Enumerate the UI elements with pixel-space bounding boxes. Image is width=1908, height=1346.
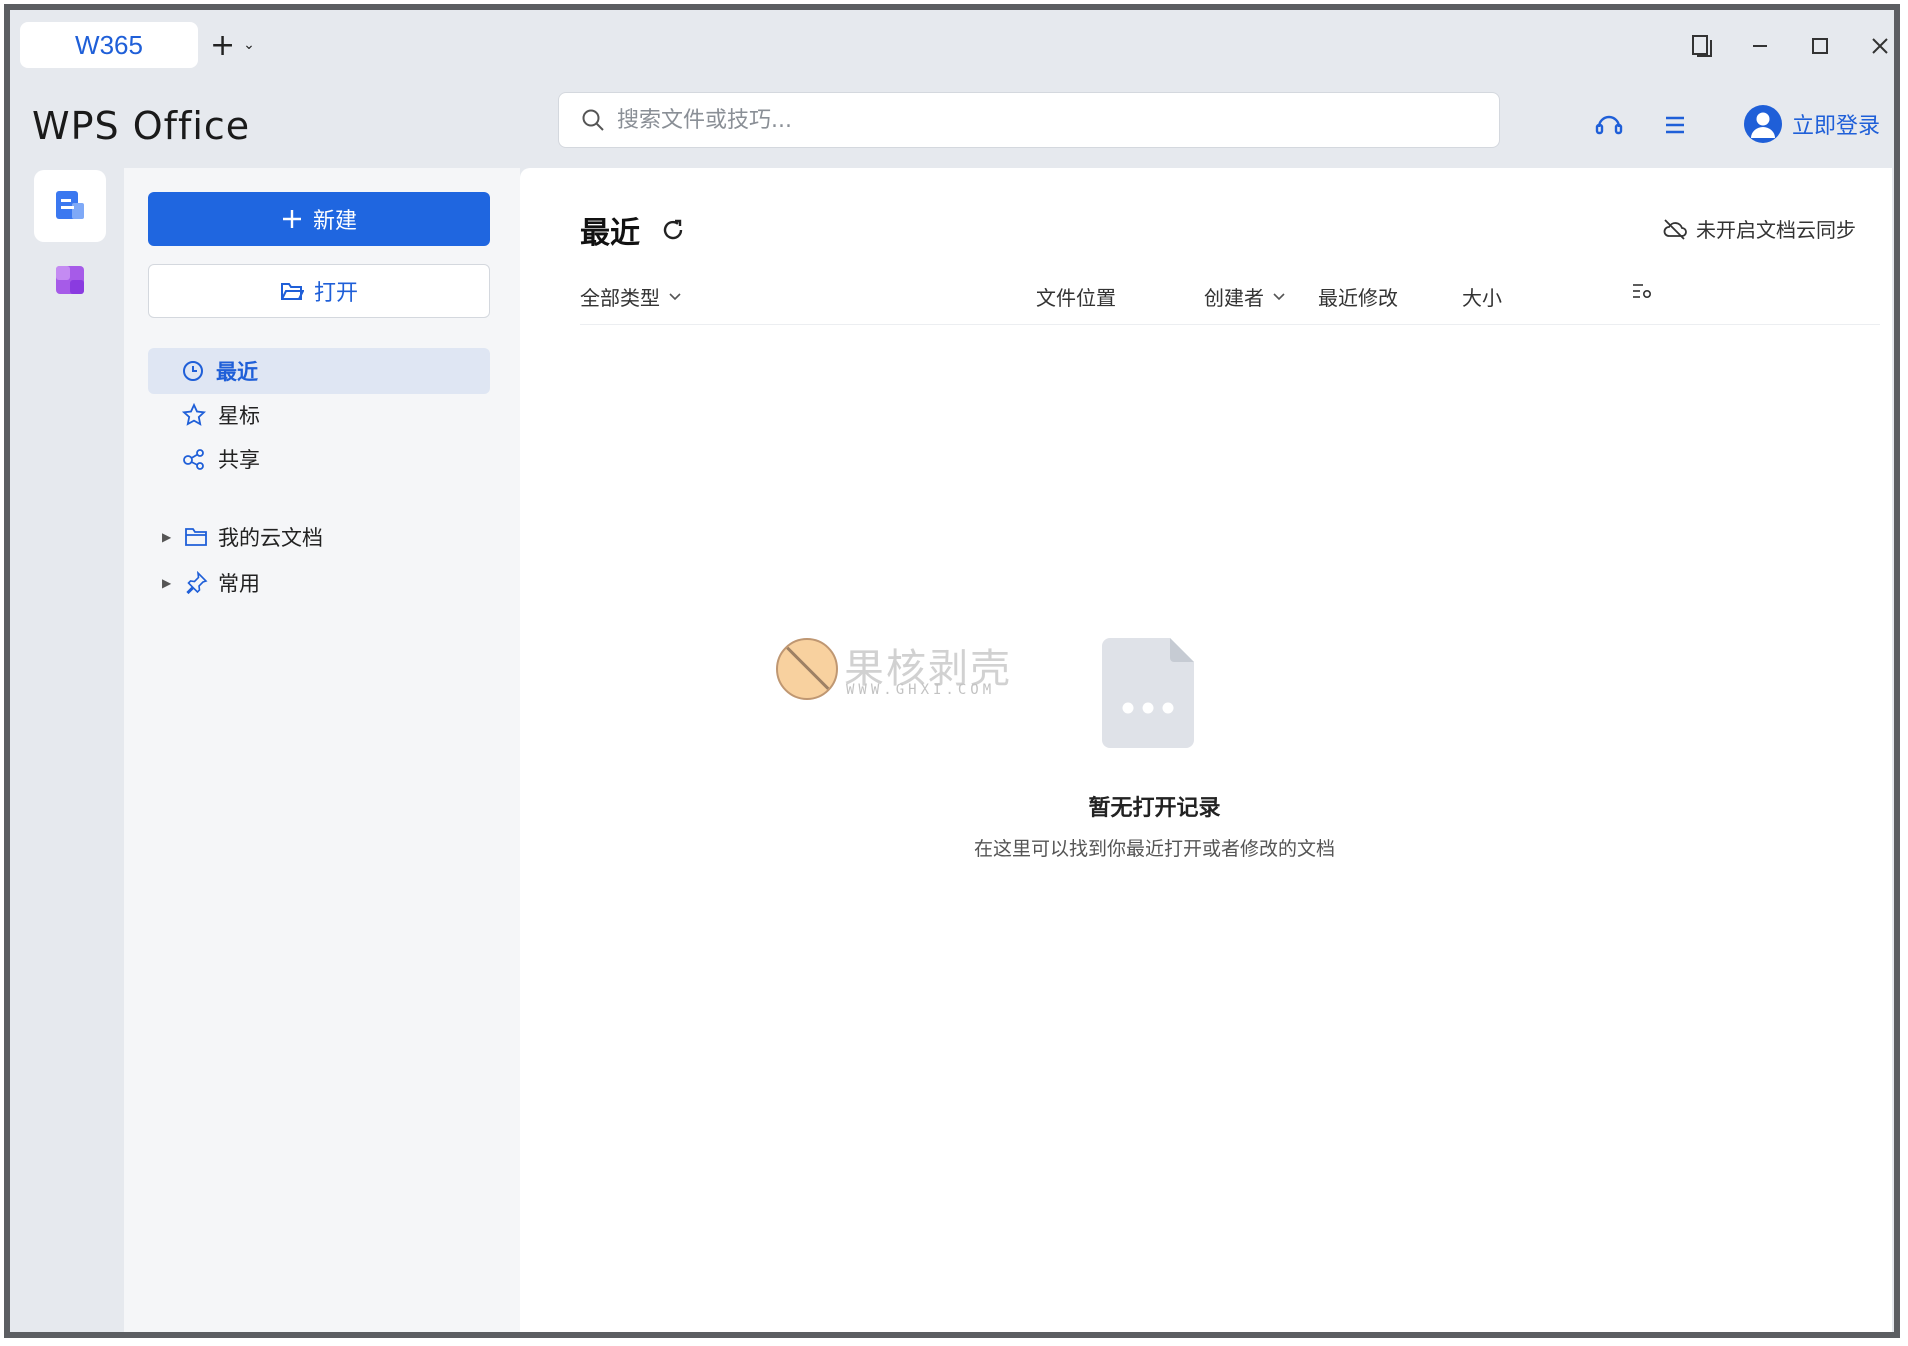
title-bar: W365 + ⌄	[10, 10, 1894, 80]
login-label: 立即登录	[1792, 114, 1881, 139]
chevron-down-icon: ⌄	[243, 37, 255, 53]
file-table-header: 全部类型 文件位置 创建者 最近修改 大小	[580, 272, 1880, 325]
wps-logo: WPS Office	[32, 104, 251, 148]
rail-apps[interactable]	[34, 244, 106, 316]
column-label: 大小	[1462, 286, 1502, 310]
column-label: 文件位置	[1036, 286, 1116, 310]
filter-creator[interactable]: 创建者	[1204, 282, 1286, 311]
sidebar-item-label: 最近	[216, 360, 258, 384]
search-box[interactable]	[558, 92, 1500, 148]
column-label: 全部类型	[580, 286, 660, 310]
folder-open-icon	[280, 283, 304, 300]
watermark-logo-icon	[776, 638, 838, 700]
tree-item-label: 常用	[218, 572, 260, 596]
filter-file-type[interactable]: 全部类型	[580, 282, 682, 311]
close-icon[interactable]	[1862, 28, 1894, 64]
sidebar-item-label: 共享	[218, 448, 260, 472]
sidebar-item-shared[interactable]: 共享	[148, 436, 490, 482]
tree-item-label: 我的云文档	[218, 526, 323, 550]
empty-state-subtitle: 在这里可以找到你最近打开或者修改的文档	[973, 838, 1335, 860]
sidebar-item-label: 星标	[218, 404, 260, 428]
maximize-icon[interactable]	[1802, 28, 1838, 64]
clock-icon	[183, 361, 203, 381]
empty-file-icon	[1102, 638, 1194, 748]
minimize-icon[interactable]	[1742, 28, 1778, 64]
pin-icon	[186, 571, 208, 595]
tab-label: W365	[75, 29, 143, 60]
apps-grid-icon	[56, 266, 84, 294]
cloud-off-icon	[1663, 218, 1687, 240]
open-button[interactable]: 打开	[148, 264, 490, 318]
sync-status-label: 未开启文档云同步	[1696, 218, 1856, 242]
sidebar-item-recent[interactable]: 最近	[148, 348, 490, 394]
column-label: 创建者	[1204, 286, 1264, 310]
star-icon	[182, 403, 206, 426]
empty-state-title: 暂无打开记录	[1088, 796, 1221, 821]
cloud-sync-status[interactable]: 未开启文档云同步	[1662, 214, 1856, 243]
menu-icon[interactable]	[1658, 108, 1692, 142]
app-rail	[10, 168, 124, 1332]
column-size[interactable]: 大小	[1462, 282, 1502, 311]
main-content: 最近 未开启文档云同步 全部类型 文件位置 创建者 最近修改 大小 果核剥壳 W…	[520, 168, 1892, 1332]
chevron-down-icon	[669, 292, 681, 300]
app-header: WPS Office 立即登录	[10, 80, 1894, 168]
refresh-icon[interactable]	[660, 217, 686, 243]
sidebar-item-starred[interactable]: 星标	[148, 392, 490, 438]
column-location[interactable]: 文件位置	[1036, 282, 1116, 311]
page-title-text: 最近	[580, 216, 640, 251]
column-label: 最近修改	[1318, 286, 1398, 310]
search-input[interactable]	[615, 106, 1479, 134]
column-settings-icon[interactable]	[1632, 282, 1652, 300]
document-app-icon	[56, 191, 84, 219]
watermark: 果核剥壳 WWW.GHXI.COM	[776, 638, 1046, 718]
tree-item-my-cloud-docs[interactable]: ▶ 我的云文档	[148, 514, 490, 560]
plus-icon: +	[210, 27, 236, 63]
search-icon	[582, 109, 604, 131]
tab-w365[interactable]: W365	[20, 22, 198, 68]
open-button-label: 打开	[313, 281, 358, 306]
login-button[interactable]: 立即登录	[1744, 104, 1880, 144]
tree-item-frequent[interactable]: ▶ 常用	[148, 560, 490, 606]
side-panel: 新建 打开 最近 星标 共享 ▶ 我的云文档 ▶ 常用	[124, 168, 520, 1332]
headset-support-icon[interactable]	[1592, 108, 1626, 142]
new-button-label: 新建	[312, 209, 357, 234]
chevron-down-icon	[1273, 292, 1285, 300]
app-window: W365 + ⌄ WPS Office 搜索文件或技巧... 立即登录 新建 打…	[4, 4, 1900, 1338]
watermark-url: WWW.GHXI.COM	[846, 682, 996, 698]
page-title: 最近	[580, 208, 686, 252]
new-button[interactable]: 新建	[148, 192, 490, 246]
rail-documents[interactable]	[34, 170, 106, 242]
plus-icon	[282, 210, 301, 228]
avatar-icon	[1744, 105, 1782, 143]
share-icon	[183, 449, 204, 470]
expand-triangle-icon[interactable]: ▶	[162, 530, 174, 544]
column-modified[interactable]: 最近修改	[1318, 282, 1398, 311]
folder-icon	[185, 528, 207, 546]
tablet-mode-icon[interactable]	[1684, 28, 1720, 64]
new-tab-button[interactable]: + ⌄	[210, 27, 268, 63]
expand-triangle-icon[interactable]: ▶	[162, 576, 174, 590]
